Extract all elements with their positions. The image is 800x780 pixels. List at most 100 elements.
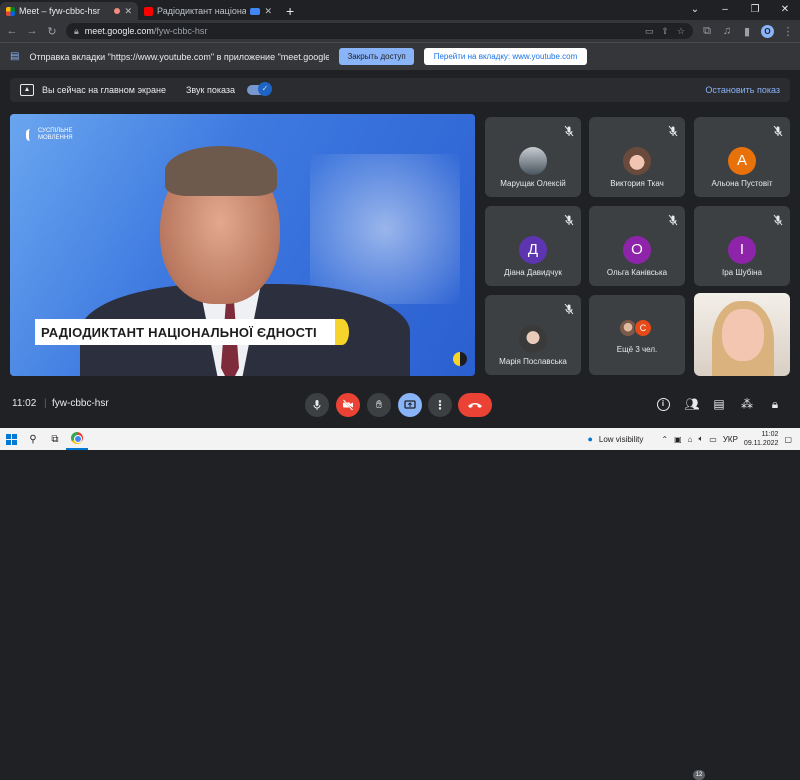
restore-icon[interactable]: ❐	[740, 0, 770, 20]
tab-meet[interactable]: Meet – fyw-cbbc-hsr ✕	[0, 2, 138, 20]
more-participants-tile[interactable]: С Ещё 3 чел.	[589, 295, 685, 375]
participant-avatar: Д	[519, 236, 547, 264]
taskbar-clock[interactable]: 11:02 09.11.2022	[744, 430, 779, 448]
participant-tile[interactable]: Марущак Олексій	[485, 117, 581, 197]
host-lock-icon: 🔒︎	[771, 396, 779, 411]
hang-up-icon	[468, 403, 482, 408]
camera-in-use-icon[interactable]: ▭	[645, 26, 654, 37]
participant-tile[interactable]: О Ольга Канівська	[589, 206, 685, 286]
lock-icon: 🔒︎	[74, 25, 79, 36]
self-view-face	[722, 309, 764, 361]
youtube-icon	[144, 6, 153, 16]
bookmark-star-icon[interactable]: ☆	[677, 26, 685, 37]
participant-tile[interactable]: І Іра Шубіна	[694, 206, 790, 286]
meet-icon	[6, 6, 15, 16]
chat-icon: ▤	[713, 397, 725, 411]
forward-icon[interactable]: →	[26, 25, 38, 37]
taskbar-chrome[interactable]	[66, 428, 88, 450]
participant-avatar	[519, 147, 547, 175]
close-tab-icon[interactable]: ✕	[264, 6, 272, 17]
show-hidden-icons-icon[interactable]: ⌃	[661, 435, 668, 444]
network-icon[interactable]: ⌂	[688, 435, 693, 444]
presentation-audio-label: Звук показа	[185, 85, 235, 95]
more-options-button[interactable]: ⋮	[428, 393, 452, 417]
participant-name: Виктория Ткач	[610, 179, 664, 188]
reload-icon[interactable]: ↻	[46, 25, 58, 38]
cast-tab-icon: ▤	[10, 51, 20, 62]
tab-youtube[interactable]: Радіодиктант національної ✕	[138, 2, 278, 20]
chrome-icon	[71, 432, 83, 444]
raise-hand-button[interactable]: ✋︎	[367, 393, 391, 417]
participant-tile[interactable]: Д Діана Давидчук	[485, 206, 581, 286]
close-window-icon[interactable]: ✕	[770, 0, 800, 20]
input-language[interactable]: УКР	[723, 435, 738, 444]
system-tray: ● Low visibility ⌃ ▣ ⌂ 🔈︎ ▭ УКР 11:02 09.…	[587, 428, 792, 450]
meeting-details-button[interactable]: i	[655, 396, 671, 412]
presenting-bar: Вы сейчас на главном экране Звук показа …	[10, 78, 790, 102]
mic-off-icon	[772, 124, 784, 137]
caption-accent	[335, 319, 349, 345]
mic-off-icon	[667, 213, 679, 226]
logo-line-1: СУСПІЛЬНЕ	[38, 128, 73, 134]
participant-avatar: С	[634, 319, 652, 337]
host-controls-button[interactable]: 🔒︎	[767, 396, 783, 412]
search-button[interactable]: ⚲	[22, 428, 44, 450]
camera-off-button[interactable]	[336, 393, 360, 417]
hand-icon: ✋︎	[375, 398, 383, 411]
participant-avatar: О	[623, 236, 651, 264]
stop-presenting-link[interactable]: Остановить показ	[705, 85, 780, 95]
tab-title: Радіодиктант національної	[157, 6, 247, 16]
participant-name: Марія Пославська	[499, 357, 567, 366]
address-bar[interactable]: 🔒︎ meet.google.com/fyw-cbbc-hsr ▭ ⇪ ☆	[66, 23, 693, 39]
notifications-icon[interactable]: ▢	[784, 435, 792, 444]
minimize-icon[interactable]: –	[710, 0, 740, 20]
meeting-code: fyw-cbbc-hsr	[52, 398, 109, 409]
participant-avatar: І	[728, 236, 756, 264]
close-tab-icon[interactable]: ✕	[124, 6, 132, 17]
media-controls-icon[interactable]: ♫	[721, 25, 733, 37]
back-icon[interactable]: ←	[6, 25, 18, 37]
speaker-hair	[165, 146, 277, 196]
chat-button[interactable]: ▤	[711, 396, 727, 412]
stop-sharing-button[interactable]: Закрыть доступ	[339, 48, 414, 65]
menu-kebab-icon[interactable]: ⋮	[782, 25, 794, 38]
participant-tile[interactable]: Марія Пославська	[485, 295, 581, 375]
meeting-clock: 11:02	[12, 398, 37, 409]
microphone-button[interactable]	[305, 393, 329, 417]
participant-avatar: А	[728, 147, 756, 175]
infobar-message: Отправка вкладки "https://www.youtube.co…	[29, 51, 330, 62]
side-panel-icon[interactable]: ▮	[741, 25, 753, 38]
participant-tile[interactable]: А Альона Пустовіт	[694, 117, 790, 197]
tab-search-icon[interactable]: ⌄	[680, 0, 710, 20]
extensions-icon[interactable]: ⧉	[701, 25, 713, 38]
new-tab-button[interactable]: +	[278, 2, 302, 20]
present-icon	[404, 400, 416, 409]
mic-off-icon	[667, 124, 679, 137]
profile-avatar[interactable]: O	[761, 24, 774, 38]
low-visibility-label[interactable]: Low visibility	[599, 435, 643, 444]
share-page-icon[interactable]: ⇪	[661, 26, 669, 37]
participant-tile[interactable]: Виктория Ткач	[589, 117, 685, 197]
more-participants-label: Ещё 3 чел.	[616, 345, 658, 354]
recording-indicator-icon	[114, 8, 121, 14]
channel-logo: СУСПІЛЬНЕ МОВЛЕННЯ	[26, 128, 73, 142]
switch-tab-button[interactable]: Перейти на вкладку: www.youtube.com	[423, 48, 588, 65]
present-screen-icon	[20, 84, 34, 96]
battery-icon[interactable]: ▭	[709, 435, 717, 444]
studio-light	[310, 154, 460, 304]
presentation-audio-toggle[interactable]	[247, 82, 272, 96]
people-button[interactable]: 👥︎	[684, 396, 700, 412]
start-button[interactable]	[0, 428, 22, 450]
broadcast-caption: РАДІОДИКТАНТ НАЦІОНАЛЬНОЇ ЄДНОСТІ	[35, 319, 335, 345]
more-vert-icon: ⋮	[434, 398, 446, 412]
volume-icon[interactable]: 🔈︎	[698, 434, 703, 444]
leave-call-button[interactable]	[458, 393, 492, 417]
tray-apps-icon[interactable]: ▣	[674, 435, 682, 444]
self-view-tile[interactable]	[694, 293, 790, 376]
activities-button[interactable]: ⁂	[739, 396, 755, 412]
task-view-button[interactable]: ⧉	[44, 428, 66, 450]
present-now-button[interactable]	[398, 393, 422, 417]
presenting-status: Вы сейчас на главном экране	[42, 85, 166, 95]
meeting-controls-bar: 11:02 | fyw-cbbc-hsr ✋︎ ⋮ i 👥︎ 12 ▤ ⁂ 🔒︎	[0, 384, 800, 780]
participant-name: Іра Шубіна	[722, 268, 762, 277]
